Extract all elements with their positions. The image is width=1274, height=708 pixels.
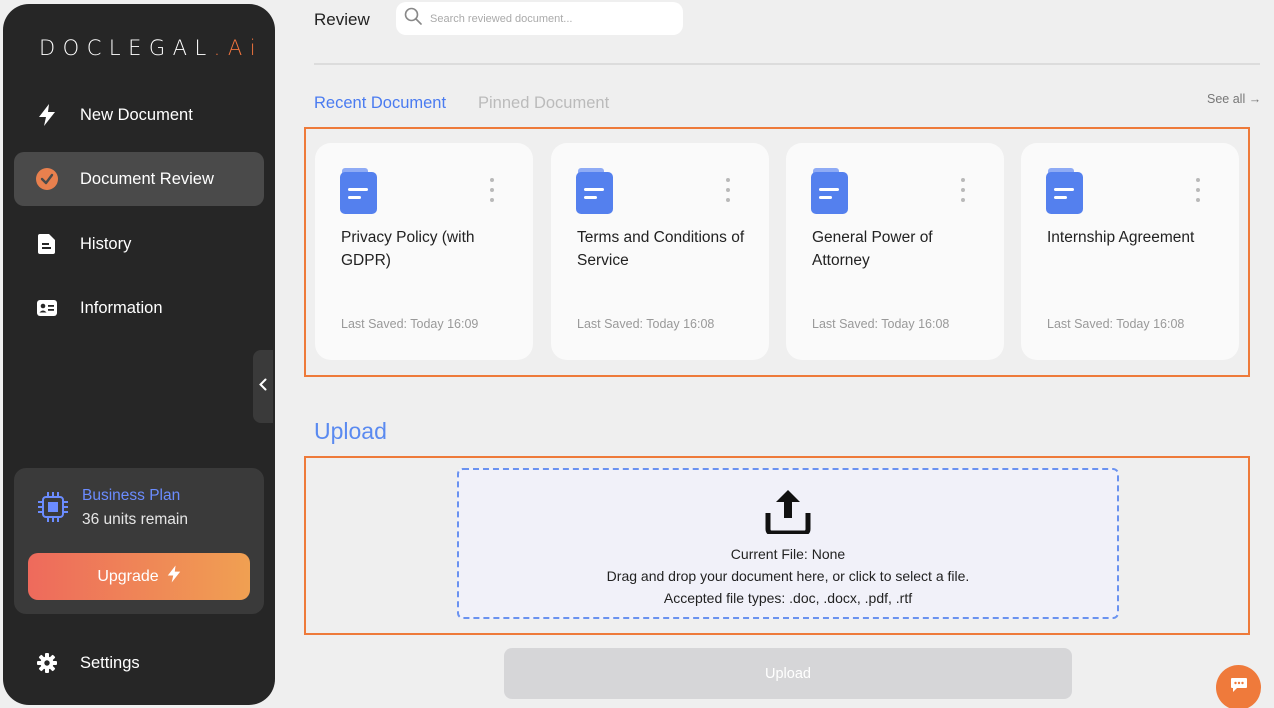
more-options-icon[interactable] — [1193, 178, 1203, 202]
sidebar: DOCLEGAL.Ai New Document Document Review… — [3, 4, 275, 705]
chat-button[interactable] — [1216, 665, 1261, 708]
search-input[interactable] — [430, 12, 670, 25]
upgrade-label: Upgrade — [97, 567, 159, 585]
upload-heading: Upload — [314, 418, 387, 444]
sidebar-item-label: Document Review — [80, 169, 214, 188]
plan-name: Business Plan — [82, 487, 181, 504]
sidebar-item-label: Settings — [80, 653, 140, 672]
document-icon — [1046, 168, 1084, 219]
file-icon — [35, 232, 59, 256]
card-last-saved: Last Saved: Today 16:09 — [341, 317, 479, 331]
sidebar-item-label: Information — [80, 298, 163, 317]
card-last-saved: Last Saved: Today 16:08 — [577, 317, 715, 331]
current-file-text: Current File: None — [730, 546, 846, 562]
chevron-left-icon — [259, 378, 267, 396]
page-title: Review — [314, 10, 370, 29]
card-title: Privacy Policy (with GDPR) — [341, 229, 475, 269]
plan-units: 36 units remain — [82, 511, 188, 528]
document-icon — [340, 168, 378, 219]
gear-icon — [35, 651, 59, 675]
upload-icon — [765, 488, 811, 539]
upload-dropzone[interactable]: Current File: None Drag and drop your do… — [457, 468, 1119, 619]
more-options-icon[interactable] — [958, 178, 968, 202]
collapse-sidebar-button[interactable] — [253, 350, 273, 423]
card-title: Terms and Conditions of Service — [577, 229, 745, 269]
card-title: Internship Agreement — [1047, 229, 1195, 246]
sidebar-item-new-document[interactable]: New Document — [14, 88, 264, 142]
lightning-icon — [167, 565, 181, 588]
document-card[interactable]: General Power of Attorney Last Saved: To… — [786, 143, 1004, 360]
logo: DOCLEGAL.Ai — [39, 36, 264, 60]
plan-box: Business Plan 36 units remain Upgrade — [14, 468, 264, 614]
upload-button[interactable]: Upload — [504, 648, 1072, 699]
id-card-icon — [35, 296, 59, 320]
document-card[interactable]: Privacy Policy (with GDPR) Last Saved: T… — [315, 143, 533, 360]
document-card[interactable]: Terms and Conditions of Service Last Sav… — [551, 143, 769, 360]
tab-pinned-document[interactable]: Pinned Document — [478, 94, 609, 113]
sidebar-item-information[interactable]: Information — [14, 281, 264, 335]
search-bar[interactable] — [396, 2, 683, 35]
sidebar-item-settings[interactable]: Settings — [14, 636, 264, 690]
accepted-file-types: Accepted file types: .doc, .docx, .pdf, … — [663, 590, 913, 606]
search-icon — [404, 7, 422, 30]
document-icon — [811, 168, 849, 219]
header-divider — [314, 63, 1260, 65]
document-card[interactable]: Internship Agreement Last Saved: Today 1… — [1021, 143, 1239, 360]
see-all-link[interactable]: See all → — [1207, 92, 1261, 106]
chat-icon — [1230, 677, 1248, 698]
document-icon — [576, 168, 614, 219]
sidebar-item-label: New Document — [80, 105, 193, 124]
chip-icon — [36, 490, 70, 529]
lightning-icon — [35, 103, 59, 127]
card-last-saved: Last Saved: Today 16:08 — [1047, 317, 1185, 331]
card-last-saved: Last Saved: Today 16:08 — [812, 317, 950, 331]
more-options-icon[interactable] — [487, 178, 497, 202]
more-options-icon[interactable] — [723, 178, 733, 202]
card-title: General Power of Attorney — [812, 229, 933, 269]
check-circle-icon — [35, 167, 59, 191]
sidebar-item-document-review[interactable]: Document Review — [14, 152, 264, 206]
sidebar-item-history[interactable]: History — [14, 217, 264, 271]
tab-recent-document[interactable]: Recent Document — [314, 94, 446, 113]
upgrade-button[interactable]: Upgrade — [28, 553, 250, 600]
sidebar-item-label: History — [80, 234, 132, 253]
dropzone-instructions: Drag and drop your document here, or cli… — [606, 568, 970, 584]
